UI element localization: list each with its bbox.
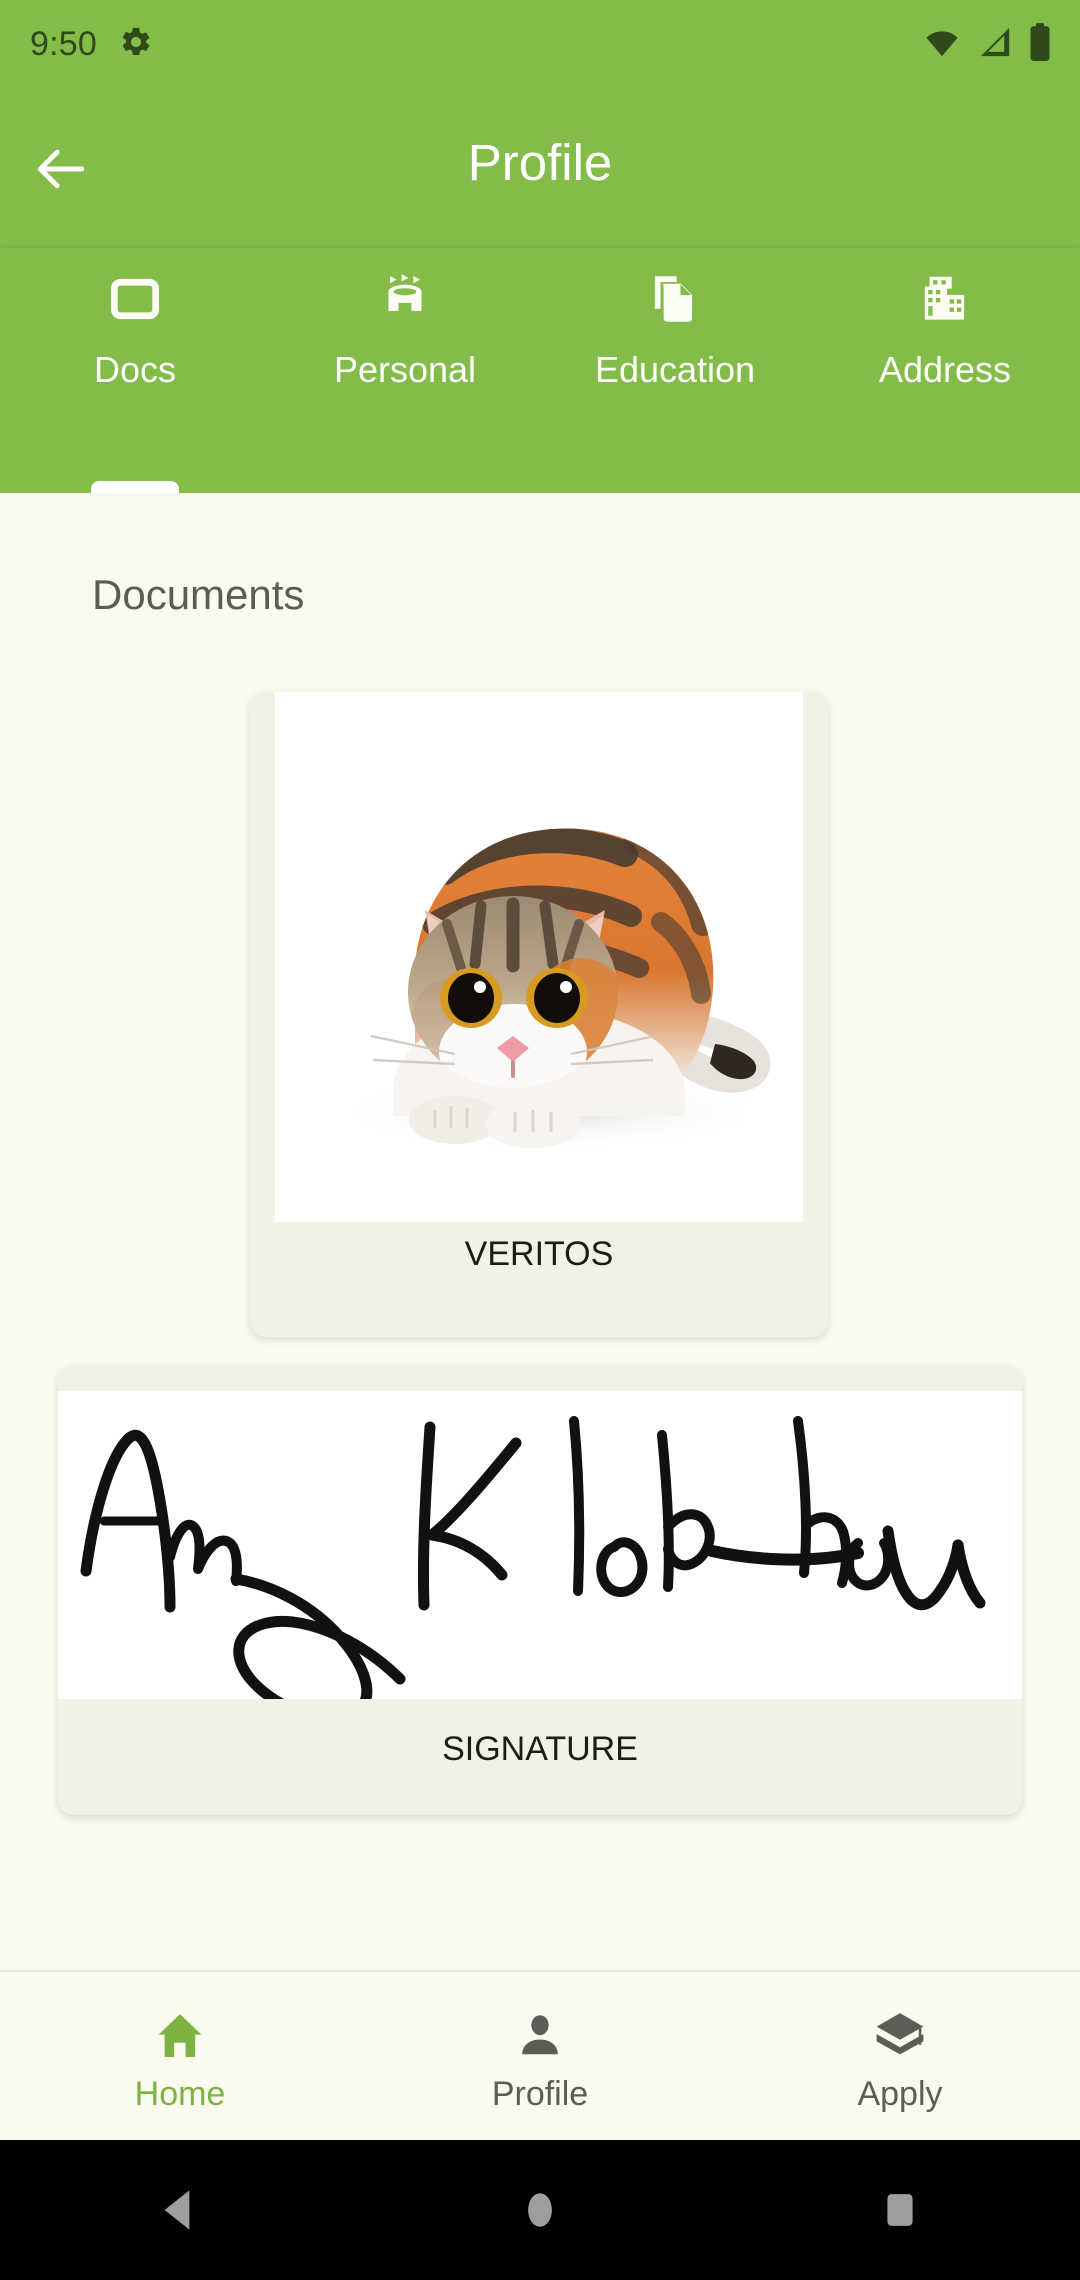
person-head-icon — [374, 266, 436, 332]
rounded-rect-card-icon — [104, 266, 166, 332]
buildings-icon — [914, 266, 976, 332]
bottom-navigation: Home Profile Apply — [0, 1970, 1080, 2140]
document-card-signature[interactable]: SIGNATURE — [58, 1365, 1022, 1815]
gear-icon — [119, 25, 153, 64]
page-title: Profile — [467, 134, 613, 191]
wifi-icon — [922, 25, 962, 64]
document-label: SIGNATURE — [442, 1730, 638, 1768]
nav-item-profile[interactable]: Profile — [360, 1972, 720, 2140]
tab-active-indicator — [91, 481, 179, 493]
app-bar: Profile — [0, 88, 1080, 248]
triangle-back-icon — [164, 2190, 190, 2230]
tab-education[interactable]: Education — [540, 248, 810, 493]
square-recents-icon — [887, 2194, 913, 2226]
system-home-button[interactable] — [470, 2140, 610, 2280]
nav-item-apply-label: Apply — [857, 2075, 943, 2113]
tab-bar: Docs Personal Education Address — [0, 248, 1080, 493]
status-time: 9:50 — [30, 25, 97, 63]
tab-docs[interactable]: Docs — [0, 248, 270, 493]
section-title: Documents — [92, 571, 305, 618]
nav-item-apply[interactable]: Apply — [720, 1972, 1080, 2140]
app-screen: 9:50 Profile Docs Personal Education Add… — [0, 0, 1080, 2280]
system-recents-button[interactable] — [830, 2140, 970, 2280]
android-system-navigation — [0, 2140, 1080, 2280]
handwritten-signature — [58, 1391, 1022, 1699]
home-icon — [152, 2007, 208, 2065]
nav-item-profile-label: Profile — [491, 2075, 589, 2113]
tab-address-label: Address — [878, 349, 1012, 390]
battery-icon — [1028, 22, 1052, 66]
tab-education-label: Education — [594, 349, 756, 390]
tab-personal[interactable]: Personal — [270, 248, 540, 493]
cellular-signal-icon — [976, 25, 1014, 64]
signature-image-frame — [58, 1391, 1022, 1699]
status-bar: 9:50 — [0, 0, 1080, 88]
copy-documents-icon — [644, 266, 706, 332]
status-bar-icons — [922, 22, 1052, 66]
tab-docs-label: Docs — [93, 349, 177, 390]
tab-address[interactable]: Address — [810, 248, 1080, 493]
document-card-veritos[interactable]: VERITOS — [250, 692, 828, 1337]
document-image-frame — [275, 692, 803, 1222]
document-label: VERITOS — [464, 1235, 614, 1273]
calico-cat-photo — [275, 692, 803, 1222]
system-back-button[interactable] — [110, 2140, 250, 2280]
documents-content: Documents VERITOS SIGNATURE — [0, 493, 1080, 1970]
graduation-cap-icon — [872, 2007, 928, 2065]
circle-home-icon — [528, 2193, 552, 2227]
nav-item-home-label: Home — [134, 2075, 226, 2113]
tab-personal-label: Personal — [333, 349, 477, 390]
person-icon — [514, 2007, 566, 2065]
nav-item-home[interactable]: Home — [0, 1972, 360, 2140]
